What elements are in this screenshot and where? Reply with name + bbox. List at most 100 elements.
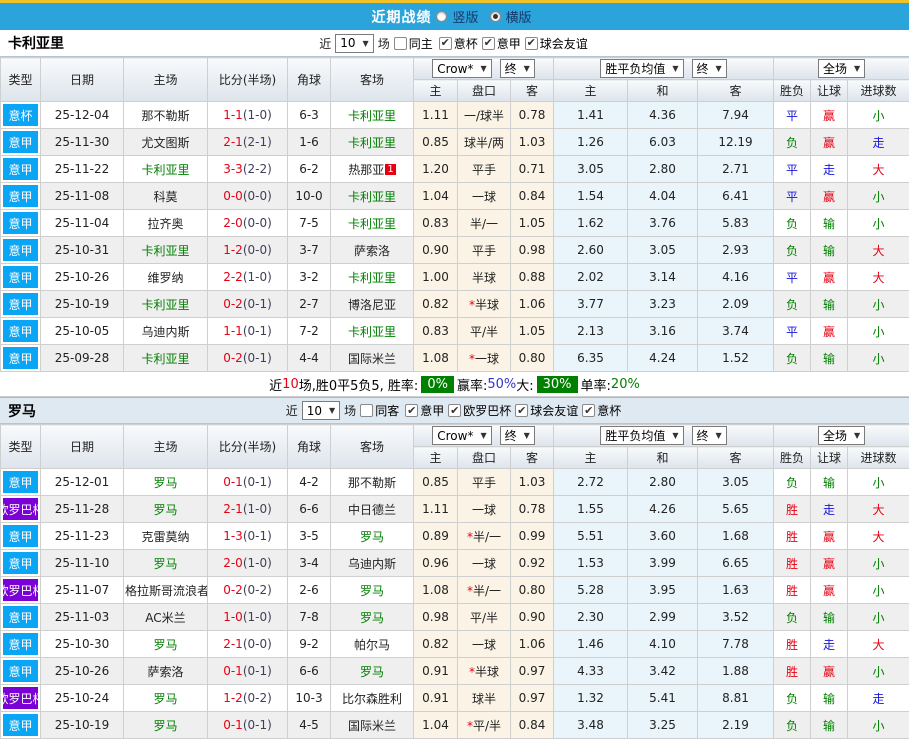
handicap-cell: *平/半 <box>457 711 511 739</box>
odds-home-cell: 0.82 <box>413 290 458 318</box>
handicap-cell: 平手 <box>457 236 511 264</box>
home-team-cell: 乌迪内斯 <box>123 317 208 345</box>
handicap-result-cell: 输 <box>810 344 849 372</box>
col-result: 胜负 <box>773 79 812 102</box>
away-team-name: 罗马 <box>359 529 384 544</box>
vertical-layout-radio[interactable] <box>436 11 448 22</box>
avg-away-cell: 5.65 <box>696 495 775 523</box>
league-checkbox[interactable] <box>524 36 538 50</box>
away-team-cell: 乌迪内斯 <box>330 549 414 577</box>
home-team-cell: 科莫 <box>123 182 208 210</box>
home-team-cell: AC米兰 <box>123 603 208 631</box>
fulltime-score: 2-0 <box>223 556 243 570</box>
date-cell: 25-11-07 <box>40 576 124 604</box>
table-row: 意甲 25-10-31 卡利亚里 1-2(0-0) 3-7 萨索洛 0.90 平手 0.98 2.… <box>0 236 909 264</box>
avg-home-cell: 1.55 <box>553 495 628 523</box>
league-checkbox[interactable] <box>438 36 452 50</box>
handicap-result-cell: 输 <box>810 468 849 496</box>
bookmaker-select[interactable]: Crow* ▼ <box>432 59 492 78</box>
avg-home-cell: 3.77 <box>553 290 628 318</box>
league-checkbox-label: 意甲 <box>496 36 521 51</box>
odds-away-cell: 0.97 <box>510 657 554 685</box>
summary-segment: 赢率: <box>456 378 488 394</box>
fulltime-score: 2-1 <box>223 135 243 149</box>
avg-final-select[interactable]: 终 ▼ <box>691 59 727 78</box>
corner-cell: 4-5 <box>287 711 331 739</box>
away-team-cell: 罗马 <box>330 657 414 685</box>
odds-away-cell: 0.80 <box>510 576 554 604</box>
score-cell: 1-2(0-2) <box>207 684 288 712</box>
section-1-same-checkbox[interactable] <box>360 404 374 417</box>
league-badge: 意甲 <box>3 633 38 655</box>
handicap-result-cell: 赢 <box>810 182 849 210</box>
avg-type-select[interactable]: 胜平负均值 ▼ <box>600 59 684 78</box>
col-away: 客场 <box>330 57 414 102</box>
league-type-cell: 意甲 <box>0 657 41 685</box>
away-team-cell: 国际米兰 <box>330 711 414 739</box>
league-checkbox[interactable] <box>448 404 462 417</box>
col-avg-home: 主 <box>553 446 628 469</box>
table-row: 意甲 25-11-22 卡利亚里 3-3(2-2) 6-2 热那亚 1 1.20 平手 0.71 3… <box>0 155 909 183</box>
score-cell: 0-1(0-1) <box>207 711 288 739</box>
result-cell: 负 <box>773 603 812 631</box>
home-team-cell: 卡利亚里 <box>123 236 208 264</box>
avg-type-select[interactable]: 胜平负均值 ▼ <box>600 426 684 445</box>
halftime-score: (0-1) <box>242 351 272 365</box>
team-number-badge: 1 <box>385 163 396 175</box>
odds-final-select[interactable]: 终 ▼ <box>499 59 535 78</box>
avg-home-cell: 1.32 <box>553 684 628 712</box>
handicap-cell: *半/一 <box>457 576 511 604</box>
corner-cell: 6-6 <box>287 657 331 685</box>
home-team-name: 罗马 <box>153 637 178 652</box>
odds-away-cell: 0.98 <box>510 236 554 264</box>
horizontal-layout-radio[interactable] <box>489 11 501 22</box>
league-filter-item: 球会友谊 <box>524 35 590 52</box>
summary-segment: 0% <box>421 375 454 393</box>
home-team-cell: 维罗纳 <box>123 263 208 291</box>
bookmaker-select[interactable]: Crow* ▼ <box>432 426 492 445</box>
league-filter-item: 球会友谊 <box>515 402 580 419</box>
chevron-down-icon: ▼ <box>672 64 679 73</box>
handicap-star: * <box>466 529 473 544</box>
home-team-name: AC米兰 <box>145 610 186 625</box>
league-checkbox-label: 意甲 <box>420 404 445 418</box>
league-checkbox[interactable] <box>481 36 495 50</box>
goals-result-cell: 大 <box>847 630 909 658</box>
handicap-result-cell: 赢 <box>810 128 849 156</box>
summary-segment: 大: <box>516 378 534 394</box>
handicap-star: * <box>468 664 475 679</box>
avg-home-cell: 2.60 <box>553 236 628 264</box>
league-checkbox-label: 意杯 <box>453 36 478 51</box>
col-avg-draw: 和 <box>627 79 698 102</box>
league-checkbox-label: 意杯 <box>597 404 622 418</box>
league-type-cell: 意甲 <box>0 630 41 658</box>
scope-select[interactable]: 全场 ▼ <box>817 426 866 445</box>
section-1-tbody: 意甲 25-12-01 罗马 0-1(0-1) 4-2 那不勒斯 0.85 平手 1.03 2.7… <box>0 468 909 739</box>
league-badge: 意甲 <box>3 320 38 342</box>
home-team-name: 萨索洛 <box>147 664 184 679</box>
score-cell: 0-2(0-2) <box>207 576 288 604</box>
away-team-cell: 萨索洛 <box>330 236 414 264</box>
summary-segment: 20% <box>610 376 640 392</box>
col-odds-home: 主 <box>413 79 458 102</box>
avg-draw-cell: 3.25 <box>627 711 698 739</box>
match-count-select[interactable]: 10 ▼ <box>335 33 374 53</box>
section-0-league-filters: 意杯 意甲 球会友谊 <box>438 35 590 52</box>
league-checkbox[interactable] <box>582 404 596 417</box>
avg-final-select[interactable]: 终 ▼ <box>691 426 727 445</box>
odds-away-cell: 0.84 <box>510 711 554 739</box>
away-team-name: 卡利亚里 <box>347 135 396 150</box>
col-avg-away: 客 <box>696 79 775 102</box>
league-checkbox[interactable] <box>405 404 419 417</box>
section-0-same-checkbox[interactable] <box>393 36 407 50</box>
league-filter-item: 意甲 <box>405 402 446 419</box>
goals-result-cell: 小 <box>847 657 909 685</box>
scope-group-header: 全场 ▼ <box>773 57 909 80</box>
league-checkbox[interactable] <box>515 404 529 417</box>
match-count-select[interactable]: 10 ▼ <box>301 401 341 420</box>
handicap-result-cell: 输 <box>810 209 849 237</box>
score-cell: 3-3(2-2) <box>207 155 288 183</box>
col-avg-draw: 和 <box>627 446 698 469</box>
odds-final-select[interactable]: 终 ▼ <box>499 426 535 445</box>
scope-select[interactable]: 全场 ▼ <box>817 59 866 78</box>
